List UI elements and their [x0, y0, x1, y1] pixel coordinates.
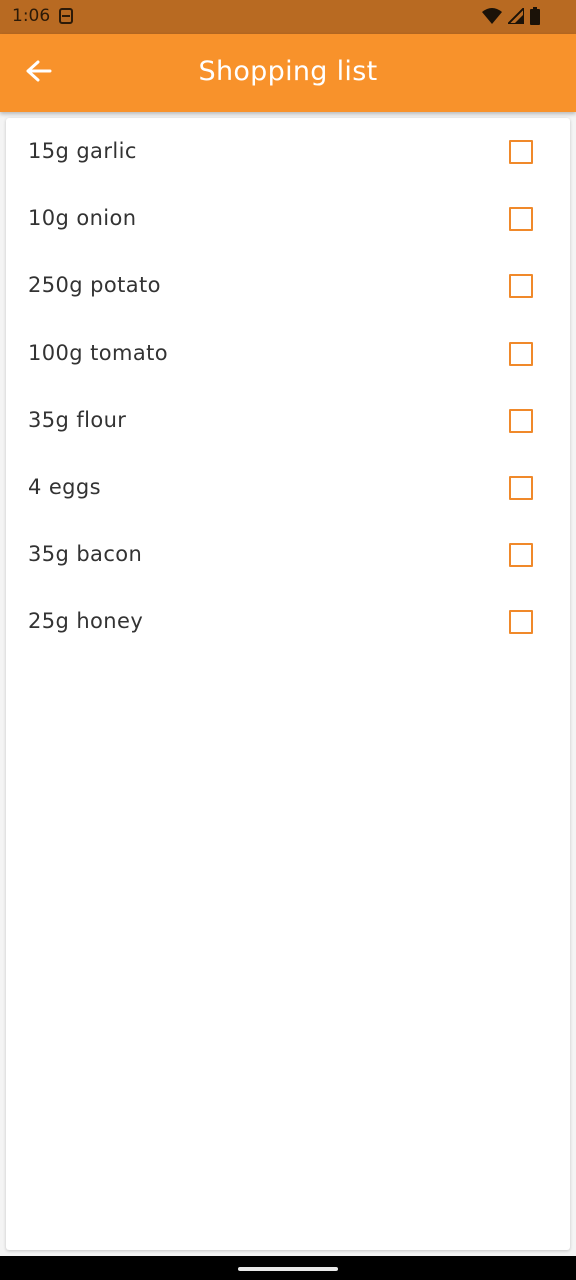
app-bar: Shopping list	[0, 34, 576, 112]
home-indicator[interactable]	[238, 1267, 338, 1271]
list-item[interactable]: 15g garlic	[6, 118, 570, 185]
item-label: 4 eggs	[28, 474, 101, 499]
list-item[interactable]: 25g honey	[6, 588, 570, 655]
item-checkbox[interactable]	[509, 207, 533, 232]
item-checkbox[interactable]	[509, 140, 533, 164]
battery-icon	[530, 7, 540, 29]
item-checkbox[interactable]	[509, 408, 533, 433]
list-item[interactable]: 35g flour	[6, 387, 570, 454]
status-time: 1:06	[12, 6, 51, 26]
status-bar: 1:06	[0, 0, 576, 34]
item-label: 35g flour	[28, 407, 127, 432]
status-icons	[482, 5, 540, 29]
signal-icon	[505, 5, 525, 28]
shopping-list: 15g garlic 10g onion 250g potato 100g to…	[6, 118, 570, 656]
list-item[interactable]: 10g onion	[6, 185, 570, 252]
app-notification-icon	[58, 7, 74, 25]
item-checkbox[interactable]	[509, 543, 533, 568]
item-label: 250g potato	[28, 273, 161, 298]
list-item[interactable]: 250g potato	[6, 252, 570, 319]
item-checkbox[interactable]	[509, 475, 533, 500]
shopping-list-card: 15g garlic 10g onion 250g potato 100g to…	[6, 118, 570, 1250]
item-label: 25g honey	[28, 609, 144, 634]
list-item[interactable]: 100g tomato	[6, 320, 570, 387]
item-checkbox[interactable]	[509, 610, 533, 635]
item-label: 35g bacon	[28, 542, 143, 567]
page-title: Shopping list	[198, 56, 378, 87]
item-checkbox[interactable]	[509, 274, 533, 299]
wifi-icon	[482, 8, 502, 28]
item-label: 100g tomato	[28, 340, 168, 365]
list-item[interactable]: 4 eggs	[6, 454, 570, 521]
system-nav-bar	[0, 1256, 576, 1280]
item-label: 15g garlic	[28, 139, 137, 163]
item-checkbox[interactable]	[509, 341, 533, 366]
item-label: 10g onion	[28, 206, 137, 231]
list-item[interactable]: 35g bacon	[6, 521, 570, 588]
